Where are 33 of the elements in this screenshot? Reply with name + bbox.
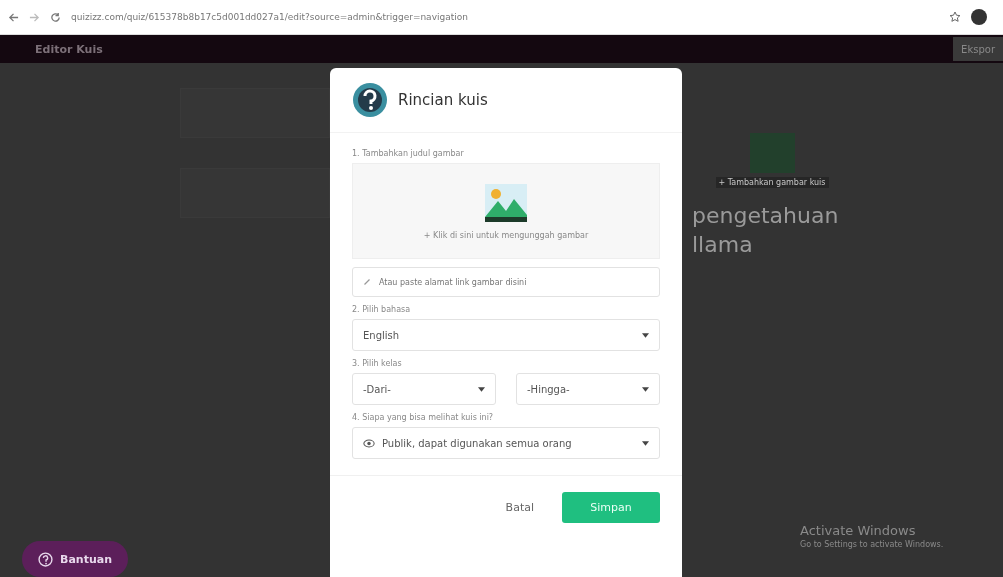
header-title[interactable]: Editor Kuis [35,42,103,56]
language-select[interactable]: English [352,319,660,351]
grade-from-select[interactable]: -Dari- [352,373,496,405]
help-button[interactable]: Bantuan [22,541,128,577]
grade-to-select[interactable]: -Hingga- [516,373,660,405]
visibility-select[interactable]: Publik, dapat digunakan semua orang [352,427,660,459]
field-label: 1. Tambahkan judul gambar [352,149,465,158]
caret-icon [642,332,649,338]
help-icon [38,551,53,567]
caret-icon [642,440,649,446]
address-bar[interactable]: quizizz.com/quiz/615378b8b17c5d001dd027a1/edit?source=admin&trigger=navigation [71,12,939,22]
image-icon [484,182,528,223]
quiz-title: pengetahuan [692,202,839,230]
eye-icon [363,438,375,448]
upload-text: + Klik di sini untuk mengunggah gambar [423,230,589,240]
upload-area[interactable]: + Klik di sini untuk mengunggah gambar [352,163,660,259]
caret-icon [642,386,649,392]
caret-icon [478,386,485,392]
image-link-field[interactable]: Atau paste alamat link gambar disini [352,267,660,297]
question-mark-icon [352,82,388,118]
dialog-title: Rincian kuis [398,91,488,109]
reload-icon[interactable] [50,11,61,23]
add-image-link[interactable]: + Tambahkan gambar kuis [715,177,829,188]
field-label: 2. Pilih bahasa [352,305,412,314]
avatar-icon[interactable] [971,9,987,25]
activation-title: Activate Windows [800,523,917,538]
quiz-title: llama [692,230,754,259]
star-icon[interactable] [949,11,961,23]
back-icon[interactable] [8,11,19,23]
cancel-button[interactable]: Batal [499,500,540,515]
field-label: 3. Pilih kelas [352,359,403,368]
activation-text: Go to Settings to activate Windows. [800,540,944,549]
field-label: 4. Siapa yang bisa melihat kuis ini? [352,413,495,422]
